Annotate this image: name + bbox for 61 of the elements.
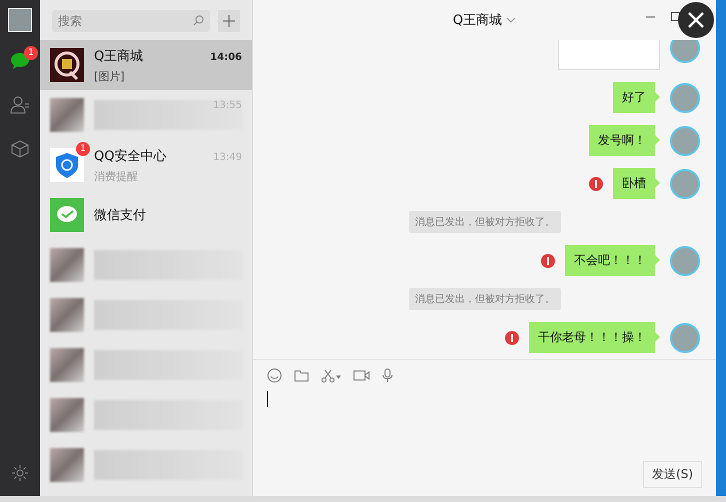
- voice-button[interactable]: [382, 368, 393, 383]
- search-icon: [193, 15, 204, 26]
- send-button[interactable]: 发送(S): [643, 461, 702, 488]
- search-field[interactable]: 搜索: [52, 10, 210, 32]
- smiley-icon: [267, 368, 282, 383]
- close-button[interactable]: [678, 2, 714, 38]
- system-notice: 消息已发出，但被对方拒收了。: [409, 288, 561, 310]
- chat-preview: [图片]: [94, 68, 126, 84]
- file-button[interactable]: [294, 369, 309, 382]
- chevron-down-icon[interactable]: [506, 17, 516, 23]
- add-button[interactable]: [218, 10, 240, 32]
- sidebar-tab[interactable]: 1: [2, 46, 38, 76]
- message-bubble: 卧槽: [613, 168, 660, 199]
- sender-avatar: [670, 82, 700, 112]
- sender-avatar: [670, 40, 700, 63]
- close-icon: [688, 12, 704, 28]
- sender-avatar: [670, 322, 700, 352]
- system-notice: 消息已发出，但被对方拒收了。: [409, 211, 561, 233]
- chat-name: 微信支付: [94, 207, 146, 224]
- payment-icon: [50, 198, 84, 232]
- error-icon[interactable]: [589, 176, 603, 190]
- folder-icon: [294, 369, 309, 382]
- error-icon[interactable]: [505, 330, 519, 344]
- blurred-avatar: [50, 348, 84, 382]
- contacts-icon: [10, 96, 30, 114]
- chat-list-item[interactable]: 1 QQ安全中心 13:49 消费提醒: [40, 140, 252, 190]
- chat-time: 13:49: [213, 152, 242, 162]
- scissors-icon: [321, 368, 341, 382]
- settings-icon[interactable]: [11, 464, 29, 482]
- video-camera-icon: [353, 370, 370, 381]
- sender-avatar: [670, 246, 700, 276]
- chat-name: QQ安全中心: [94, 148, 166, 164]
- message-bubble: 不会吧！！！: [565, 245, 660, 276]
- user-avatar[interactable]: [8, 8, 32, 32]
- blurred-avatar: [50, 398, 84, 432]
- video-call-button[interactable]: [353, 370, 370, 381]
- chat-time: 14:06: [210, 52, 242, 62]
- microphone-icon: [382, 368, 393, 383]
- unread-badge: 1: [24, 46, 38, 60]
- blurred-avatar: [50, 248, 84, 282]
- blurred-avatar: [50, 448, 84, 482]
- message-bubble: 好了: [613, 82, 660, 113]
- error-icon[interactable]: [541, 254, 555, 268]
- blurred-avatar: [50, 98, 84, 132]
- chat-bubble-icon: [10, 52, 30, 70]
- chat-preview: 消费提醒: [94, 168, 139, 184]
- screenshot-button[interactable]: [321, 368, 341, 382]
- plus-icon: [223, 15, 235, 27]
- chat-name: Q王商城: [94, 48, 144, 64]
- unread-badge: 1: [76, 142, 90, 156]
- emoji-button[interactable]: [267, 368, 282, 383]
- chat-list-item[interactable]: Q王商城 14:06 [图片]: [40, 40, 252, 90]
- cube-icon: [11, 140, 29, 158]
- sender-avatar: [670, 126, 700, 156]
- sender-avatar: [670, 168, 700, 198]
- message-bubble: 发号啊！: [589, 125, 660, 156]
- logo-icon: [50, 48, 84, 82]
- chat-list-item[interactable]: 微信支付: [40, 190, 252, 240]
- chat-title: Q王商城: [452, 12, 502, 29]
- message-bubble: 干你老母！！！操！: [529, 322, 660, 353]
- blurred-avatar: [50, 298, 84, 332]
